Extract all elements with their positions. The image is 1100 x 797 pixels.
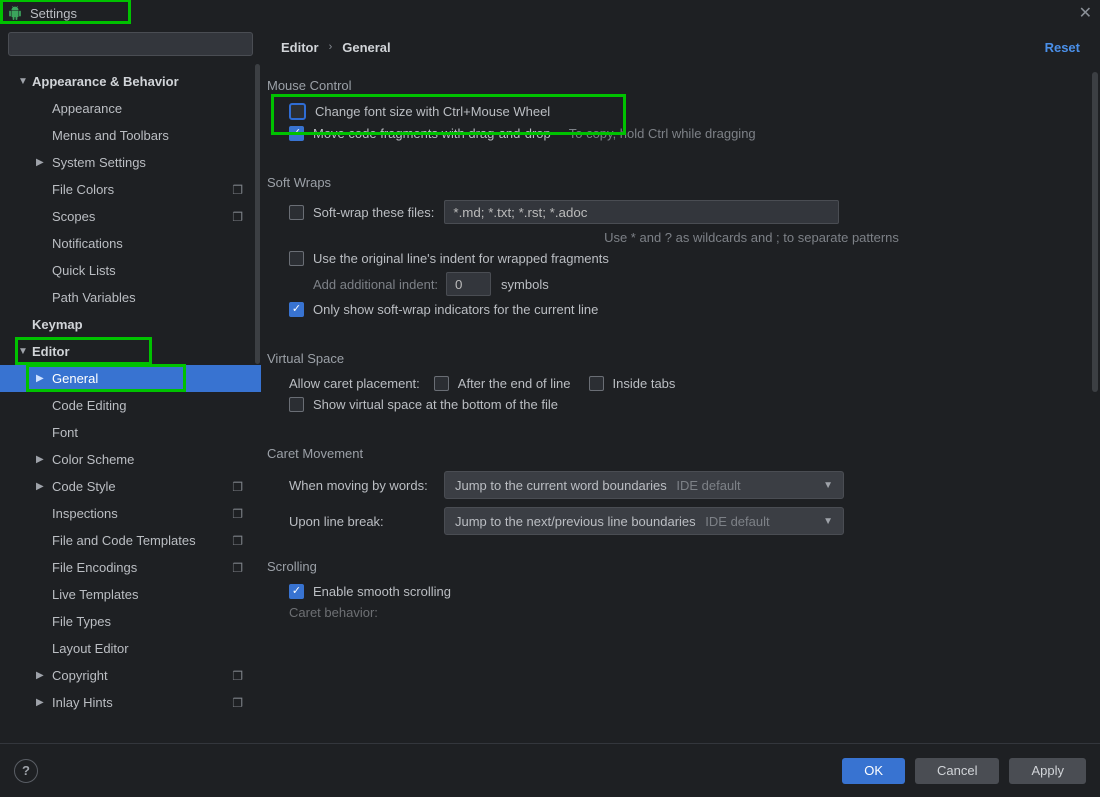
sidebar-item-file-code-templates[interactable]: File and Code Templates❐ xyxy=(0,527,261,554)
label-use-original-indent: Use the original line's indent for wrapp… xyxy=(313,251,609,266)
sidebar-item-notifications[interactable]: Notifications xyxy=(0,230,261,257)
content-scrollbar[interactable] xyxy=(1092,72,1098,392)
chevron-down-icon: ▼ xyxy=(823,516,833,527)
apply-button[interactable]: Apply xyxy=(1009,758,1086,784)
chevron-down-icon: ▼ xyxy=(823,480,833,491)
settings-content: Mouse Control Change font size with Ctrl… xyxy=(261,68,1100,743)
search-input[interactable] xyxy=(8,32,253,56)
label-add-indent: Add additional indent: xyxy=(313,277,438,292)
label-move-code-drag: Move code fragments with drag-and-drop xyxy=(313,126,551,141)
sidebar-item-appearance-behavior[interactable]: Appearance & Behavior xyxy=(0,68,261,95)
select-by-words[interactable]: Jump to the current word boundaries IDE … xyxy=(444,471,844,499)
sidebar-item-copyright[interactable]: Copyright❐ xyxy=(0,662,261,689)
settings-sidebar: ⌕▾ Appearance & Behavior Appearance Menu… xyxy=(0,26,261,743)
checkbox-smooth-scrolling[interactable] xyxy=(289,584,304,599)
sidebar-item-file-types[interactable]: File Types xyxy=(0,608,261,635)
sidebar-item-layout-editor[interactable]: Layout Editor xyxy=(0,635,261,662)
sidebar-item-file-colors[interactable]: File Colors❐ xyxy=(0,176,261,203)
project-scope-icon: ❐ xyxy=(232,561,243,575)
sidebar-item-general[interactable]: General xyxy=(0,365,261,392)
project-scope-icon: ❐ xyxy=(232,696,243,710)
sidebar-item-system-settings[interactable]: System Settings xyxy=(0,149,261,176)
hint-wildcards: Use * and ? as wildcards and ; to separa… xyxy=(427,230,1076,245)
label-caret-behavior: Caret behavior: xyxy=(289,605,378,620)
label-by-words: When moving by words: xyxy=(289,478,444,493)
project-scope-icon: ❐ xyxy=(232,183,243,197)
sidebar-item-code-editing[interactable]: Code Editing xyxy=(0,392,261,419)
section-soft-wraps: Soft Wraps xyxy=(267,175,1076,190)
sidebar-item-appearance[interactable]: Appearance xyxy=(0,95,261,122)
sidebar-item-menus-toolbars[interactable]: Menus and Toolbars xyxy=(0,122,261,149)
checkbox-soft-wrap-files[interactable] xyxy=(289,205,304,220)
checkbox-move-code-drag[interactable] xyxy=(289,126,304,141)
sidebar-item-inlay-hints[interactable]: Inlay Hints❐ xyxy=(0,689,261,716)
reset-link[interactable]: Reset xyxy=(1045,40,1080,55)
breadcrumb: Editor › General Reset xyxy=(261,26,1100,68)
label-soft-wrap-files: Soft-wrap these files: xyxy=(313,205,434,220)
sidebar-item-file-encodings[interactable]: File Encodings❐ xyxy=(0,554,261,581)
checkbox-inside-tabs[interactable] xyxy=(589,376,604,391)
settings-tree[interactable]: Appearance & Behavior Appearance Menus a… xyxy=(0,64,261,743)
project-scope-icon: ❐ xyxy=(232,210,243,224)
section-caret-movement: Caret Movement xyxy=(267,446,1076,461)
project-scope-icon: ❐ xyxy=(232,669,243,683)
project-scope-icon: ❐ xyxy=(232,507,243,521)
sidebar-item-keymap[interactable]: Keymap xyxy=(0,311,261,338)
breadcrumb-general: General xyxy=(342,40,390,55)
android-icon xyxy=(8,6,22,20)
close-icon[interactable]: ✕ xyxy=(1079,3,1092,23)
label-line-break: Upon line break: xyxy=(289,514,444,529)
checkbox-show-virtual-bottom[interactable] xyxy=(289,397,304,412)
sidebar-item-font[interactable]: Font xyxy=(0,419,261,446)
label-softwrap-current-line: Only show soft-wrap indicators for the c… xyxy=(313,302,598,317)
section-scrolling: Scrolling xyxy=(267,559,1076,574)
sidebar-item-color-scheme[interactable]: Color Scheme xyxy=(0,446,261,473)
sidebar-item-inspections[interactable]: Inspections❐ xyxy=(0,500,261,527)
cancel-button[interactable]: Cancel xyxy=(915,758,999,784)
label-symbols: symbols xyxy=(501,277,549,292)
chevron-right-icon: › xyxy=(329,41,333,53)
sidebar-item-code-style[interactable]: Code Style❐ xyxy=(0,473,261,500)
checkbox-softwrap-current-line[interactable] xyxy=(289,302,304,317)
checkbox-change-font-size[interactable] xyxy=(289,103,306,120)
hint-move-code-drag: To copy, hold Ctrl while dragging xyxy=(569,126,756,141)
checkbox-use-original-indent[interactable] xyxy=(289,251,304,266)
sidebar-item-editor[interactable]: Editor xyxy=(0,338,261,365)
breadcrumb-editor[interactable]: Editor xyxy=(281,40,319,55)
label-smooth-scrolling: Enable smooth scrolling xyxy=(313,584,451,599)
sidebar-item-scopes[interactable]: Scopes❐ xyxy=(0,203,261,230)
input-soft-wrap-pattern[interactable] xyxy=(444,200,839,224)
input-add-indent[interactable] xyxy=(446,272,491,296)
select-line-break[interactable]: Jump to the next/previous line boundarie… xyxy=(444,507,844,535)
project-scope-icon: ❐ xyxy=(232,534,243,548)
label-change-font-size: Change font size with Ctrl+Mouse Wheel xyxy=(315,104,550,119)
window-title: Settings xyxy=(30,6,77,21)
checkbox-after-eol[interactable] xyxy=(434,376,449,391)
help-button[interactable]: ? xyxy=(14,759,38,783)
label-show-virtual-bottom: Show virtual space at the bottom of the … xyxy=(313,397,558,412)
label-allow-caret: Allow caret placement: xyxy=(289,376,420,391)
sidebar-item-path-variables[interactable]: Path Variables xyxy=(0,284,261,311)
section-virtual-space: Virtual Space xyxy=(267,351,1076,366)
label-after-eol: After the end of line xyxy=(458,376,571,391)
label-inside-tabs: Inside tabs xyxy=(613,376,676,391)
project-scope-icon: ❐ xyxy=(232,480,243,494)
sidebar-item-live-templates[interactable]: Live Templates xyxy=(0,581,261,608)
section-mouse-control: Mouse Control xyxy=(267,78,1076,93)
sidebar-item-quick-lists[interactable]: Quick Lists xyxy=(0,257,261,284)
ok-button[interactable]: OK xyxy=(842,758,905,784)
